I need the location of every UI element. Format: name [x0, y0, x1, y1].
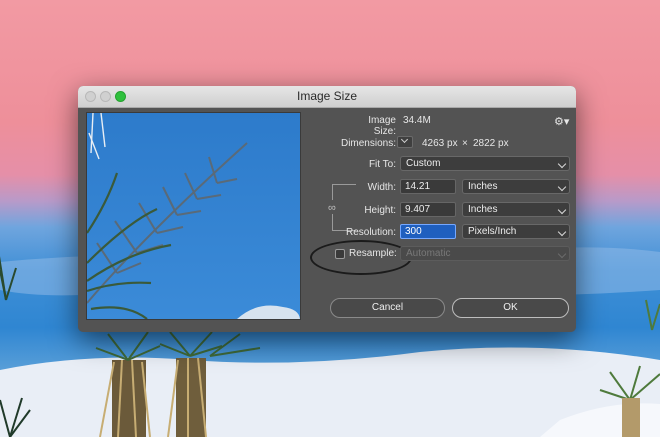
- preview-photo: [87, 113, 300, 319]
- highlight-circle: [310, 240, 412, 275]
- chevron-down-icon: [557, 182, 567, 192]
- gear-icon[interactable]: ⚙▾: [554, 115, 569, 128]
- dimensions-height-value: 2822 px: [473, 138, 509, 149]
- resolution-input[interactable]: 300: [400, 224, 456, 239]
- dimensions-times: ×: [462, 138, 468, 149]
- chevron-down-icon[interactable]: [397, 136, 413, 148]
- chain-link-icon[interactable]: ∞: [328, 202, 336, 214]
- title-bar[interactable]: Image Size: [78, 86, 576, 108]
- resample-value: Automatic: [406, 248, 451, 259]
- resample-select[interactable]: Automatic: [400, 246, 570, 261]
- image-preview[interactable]: [86, 112, 301, 320]
- chevron-down-icon: [557, 159, 567, 169]
- link-bracket-upper: [332, 184, 333, 200]
- cancel-button[interactable]: Cancel: [330, 298, 445, 318]
- image-size-dialog: Image Size Image Size: 34.4M ⚙▾ Dimensio…: [78, 86, 576, 332]
- chevron-down-icon: [557, 205, 567, 215]
- resolution-unit-value: Pixels/Inch: [468, 226, 517, 237]
- width-label: Width:: [367, 182, 396, 193]
- dimensions-width-value: 4263 px: [422, 138, 458, 149]
- resolution-unit-select[interactable]: Pixels/Inch: [462, 224, 570, 239]
- image-size-label: Image Size:: [368, 115, 396, 137]
- chevron-down-icon: [557, 227, 567, 237]
- dialog-title: Image Size: [296, 89, 358, 103]
- dimensions-label: Dimensions:: [340, 138, 396, 149]
- height-label: Height:: [364, 205, 396, 216]
- height-unit-value: Inches: [468, 204, 498, 215]
- resolution-label: Resolution:: [345, 227, 396, 238]
- width-input[interactable]: 14.21: [400, 179, 456, 194]
- ok-button[interactable]: OK: [452, 298, 569, 318]
- width-unit-value: Inches: [468, 181, 498, 192]
- fit-to-select[interactable]: Custom: [400, 156, 570, 171]
- fit-to-label: Fit To:: [368, 159, 396, 170]
- width-unit-select[interactable]: Inches: [462, 179, 570, 194]
- chevron-down-icon: [557, 249, 567, 259]
- fit-to-value: Custom: [406, 158, 441, 169]
- image-size-value: 34.4M: [403, 115, 431, 126]
- height-input[interactable]: 9.407: [400, 202, 456, 217]
- height-unit-select[interactable]: Inches: [462, 202, 570, 217]
